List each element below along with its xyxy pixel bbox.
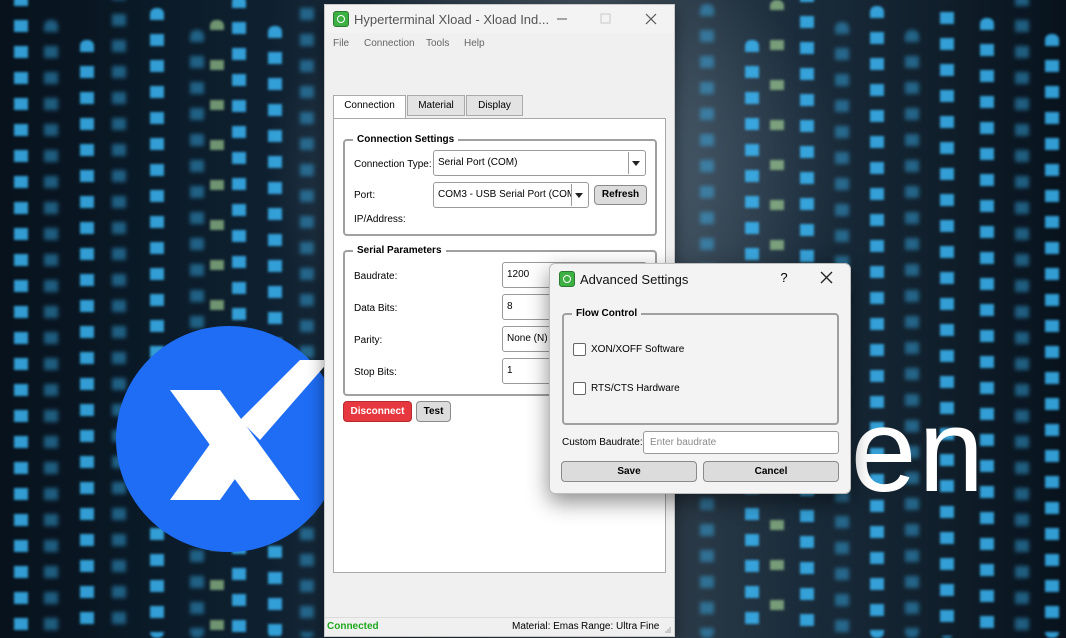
close-button[interactable]	[639, 8, 663, 30]
resize-grip-icon[interactable]	[664, 626, 672, 634]
tab-material[interactable]: Material	[407, 95, 465, 116]
baudrate-label: Baudrate:	[354, 271, 398, 282]
dialog-title: Advanced Settings	[580, 272, 689, 287]
port-value: COM3 - USB Serial Port (COM3	[438, 189, 581, 200]
close-icon	[645, 13, 657, 25]
menu-tools[interactable]: Tools	[426, 38, 449, 49]
menu-file[interactable]: File	[333, 38, 349, 49]
connection-type-value: Serial Port (COM)	[438, 157, 518, 168]
disconnect-button[interactable]: Disconnect	[343, 401, 412, 422]
dialog-close-icon[interactable]	[818, 270, 836, 286]
baudrate-value: 1200	[507, 269, 530, 280]
parity-label: Parity:	[354, 335, 383, 346]
refresh-button[interactable]: Refresh	[594, 185, 647, 205]
port-select[interactable]: COM3 - USB Serial Port (COM3	[433, 182, 589, 208]
custom-baudrate-input[interactable]	[643, 431, 839, 454]
advanced-settings-dialog: Advanced Settings ? Flow Control XON/XOF…	[549, 263, 851, 494]
status-bar: Connected Material: Emas Range: Ultra Fi…	[325, 617, 674, 636]
data-bits-value: 8	[507, 301, 513, 312]
maximize-icon	[600, 13, 611, 24]
chevron-down-icon	[628, 152, 643, 174]
rts-cts-label: RTS/CTS Hardware	[591, 383, 680, 394]
minimize-button[interactable]	[550, 8, 574, 30]
window-title: Hyperterminal Xload - Xload Ind...	[354, 12, 550, 27]
main-titlebar[interactable]: Hyperterminal Xload - Xload Ind...	[325, 5, 674, 33]
menu-connection[interactable]: Connection	[364, 38, 415, 49]
app-icon	[333, 11, 349, 27]
save-button[interactable]: Save	[561, 461, 697, 482]
data-bits-label: Data Bits:	[354, 303, 398, 314]
xon-xoff-label: XON/XOFF Software	[591, 344, 685, 355]
brand-logo-x	[170, 360, 330, 500]
help-button[interactable]: ?	[776, 270, 792, 288]
custom-baudrate-label: Custom Baudrate:	[562, 437, 643, 448]
parity-value: None (N)	[507, 333, 548, 344]
material-status: Material: Emas	[512, 621, 579, 632]
connection-type-select[interactable]: Serial Port (COM)	[433, 150, 646, 176]
dialog-app-icon	[559, 271, 575, 287]
rts-cts-checkbox[interactable]	[573, 382, 586, 395]
minimize-icon	[557, 18, 567, 20]
menu-bar: File Connection Tools Help	[325, 35, 674, 53]
help-icon: ?	[780, 270, 788, 285]
connection-settings-group: Connection Settings Connection Type: Ser…	[343, 134, 657, 236]
connection-type-label: Connection Type:	[354, 159, 432, 170]
chevron-down-icon	[571, 184, 586, 206]
connection-settings-legend: Connection Settings	[353, 134, 459, 146]
stop-bits-label: Stop Bits:	[354, 367, 397, 378]
tab-display[interactable]: Display	[466, 95, 523, 116]
flow-control-group: Flow Control XON/XOFF Software RTS/CTS H…	[562, 308, 839, 425]
test-button[interactable]: Test	[416, 401, 451, 422]
maximize-button[interactable]	[593, 8, 617, 30]
connection-status: Connected	[327, 621, 379, 632]
cancel-button[interactable]: Cancel	[703, 461, 839, 482]
ip-address-label: IP/Address:	[354, 214, 406, 225]
stop-bits-value: 1	[507, 365, 513, 376]
flow-control-legend: Flow Control	[572, 308, 642, 320]
range-status: Range: Ultra Fine	[581, 621, 660, 632]
xon-xoff-checkbox[interactable]	[573, 343, 586, 356]
menu-help[interactable]: Help	[464, 38, 485, 49]
tab-connection[interactable]: Connection	[333, 95, 406, 118]
serial-parameters-legend: Serial Parameters	[353, 245, 446, 257]
port-label: Port:	[354, 190, 376, 201]
